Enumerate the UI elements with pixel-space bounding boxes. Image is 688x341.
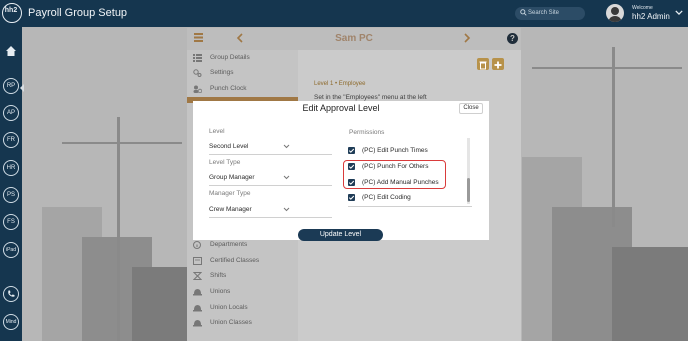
bg-crane	[532, 67, 682, 69]
check-icon	[348, 148, 355, 153]
bg-crane	[62, 142, 182, 144]
search-placeholder: Search Site	[528, 10, 560, 16]
chevron-down-icon[interactable]	[283, 175, 290, 180]
chevron-right-icon[interactable]	[463, 33, 471, 43]
level-type-label: Level Type	[209, 159, 241, 166]
plus-icon	[494, 61, 502, 69]
permissions-label: Permissions	[349, 129, 385, 136]
sidebar-item-label: Shifts	[210, 272, 227, 279]
sidebar-item-label: Departments	[210, 241, 248, 248]
bg-crane	[117, 117, 120, 341]
help-icon[interactable]: ?	[507, 33, 518, 44]
sidebar-item-label: Unions	[210, 288, 231, 295]
rail-item-ap[interactable]: AP	[3, 105, 19, 121]
permissions-scroll-thumb[interactable]	[467, 178, 470, 202]
gear-icon	[193, 69, 202, 77]
manager-type-label: Manager Type	[209, 190, 251, 197]
rail-active-indicator	[20, 84, 24, 92]
modal-title: Edit Approval Level	[302, 103, 380, 113]
hardhat-icon	[193, 305, 202, 312]
rail-item-mind[interactable]: Mind	[3, 314, 19, 330]
permission-checkbox[interactable]	[348, 194, 355, 201]
rail-item-fs[interactable]: FS	[3, 214, 19, 230]
rail-item-ps[interactable]: PS	[3, 187, 19, 203]
manager-type-select[interactable]: Crew Manager	[209, 206, 252, 213]
certificate-icon	[193, 257, 202, 265]
logo-text: hh2	[4, 7, 18, 14]
rail-item-fr[interactable]: FR	[3, 132, 19, 148]
level-select[interactable]: Second Level	[209, 143, 248, 150]
chevron-down-icon[interactable]	[283, 207, 290, 212]
bg-crane	[612, 47, 615, 227]
hardhat-icon	[193, 289, 202, 296]
update-level-button[interactable]: Update Level	[298, 229, 383, 241]
close-button[interactable]: Close	[459, 103, 483, 114]
search-icon	[520, 9, 527, 16]
delete-button[interactable]	[477, 58, 489, 70]
sidebar-item-label: Punch Clock	[210, 85, 247, 92]
list-details-icon	[193, 54, 202, 62]
bg-building	[612, 247, 688, 341]
level-heading: Level 1 • Employee	[314, 81, 366, 87]
hourglass-icon	[193, 272, 202, 280]
highlight-annotation	[343, 160, 446, 189]
permission-label: (PC) Edit Coding	[362, 194, 411, 201]
level-label: Level	[209, 128, 225, 135]
level-description: Set in the "Employees" menu at the left	[314, 94, 427, 101]
home-icon[interactable]	[5, 45, 17, 57]
sidebar-item-label: Group Details	[210, 54, 250, 61]
add-button[interactable]	[492, 58, 504, 70]
avatar[interactable]	[606, 4, 624, 22]
user-name[interactable]: hh2 Admin	[632, 12, 670, 21]
permission-checkbox[interactable]	[348, 147, 355, 154]
avatar-body	[608, 16, 622, 22]
sidebar-item-label: Settings	[210, 69, 234, 76]
sidebar-item-label: Union Locals	[210, 304, 248, 311]
rail-item-rp[interactable]: RP	[3, 78, 19, 94]
user-clock-icon	[193, 85, 202, 93]
permission-label: (PC) Edit Punch Times	[362, 147, 428, 154]
check-icon	[348, 195, 355, 200]
chevron-down-icon[interactable]	[283, 144, 290, 149]
rail-item-hr[interactable]: HR	[3, 160, 19, 176]
rail-item-ipad[interactable]: iPad	[3, 242, 19, 258]
field-underline	[209, 154, 332, 155]
info-icon	[193, 241, 201, 249]
phone-icon[interactable]	[3, 286, 19, 302]
sidebar-item-label: Certified Classes	[210, 257, 260, 264]
page-title: Payroll Group Setup	[28, 7, 128, 19]
level-type-select[interactable]: Group Manager	[209, 174, 255, 181]
field-underline	[209, 185, 332, 186]
welcome-label: Welcome	[632, 5, 653, 11]
hardhat-icon	[193, 320, 202, 327]
trash-icon	[479, 61, 487, 70]
sidebar-item-label: Union Classes	[210, 319, 252, 326]
avatar-head	[611, 7, 619, 15]
chevron-down-icon[interactable]	[675, 9, 683, 16]
field-underline	[209, 217, 332, 218]
bg-building	[132, 267, 187, 341]
